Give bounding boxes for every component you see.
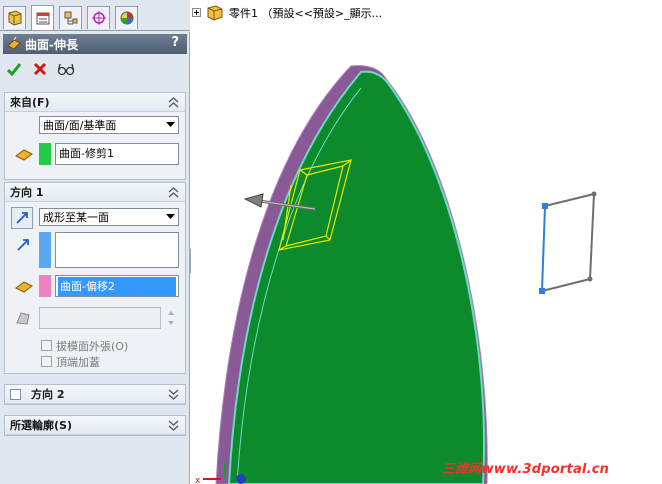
ok-button[interactable] — [4, 59, 24, 79]
feature-manager-icon — [8, 10, 21, 26]
from-group-title: 來自(F) — [10, 96, 50, 109]
detailed-preview-icon — [57, 63, 75, 76]
direction-color-swatch — [39, 232, 51, 268]
display-manager-icon — [120, 11, 133, 25]
selected-contours-group: 所選輪廓(S) — [4, 415, 186, 436]
expand-chevron-icon[interactable] — [167, 419, 180, 432]
reverse-direction-icon — [16, 212, 28, 224]
cancel-button[interactable] — [30, 59, 50, 79]
graphics-viewport[interactable]: x 三维网www.3dportal.cn — [191, 0, 662, 484]
preview-button[interactable] — [56, 59, 76, 79]
sketch-profile — [539, 191, 597, 294]
direction2-checkbox[interactable] — [10, 388, 21, 400]
end-condition-value: 成形至某一面 — [43, 211, 109, 224]
from-group-header[interactable]: 來自(F) — [5, 93, 185, 112]
direction2-group-header[interactable]: 方向 2 — [5, 385, 185, 404]
extend-surface-icon — [7, 36, 21, 50]
feature-title: 曲面-伸長 — [25, 37, 78, 52]
cap-end-label: 頂端加蓋 — [56, 356, 100, 369]
selected-contours-group-header[interactable]: 所選輪廓(S) — [5, 416, 185, 435]
tab-configuration-manager[interactable] — [59, 6, 82, 29]
face-selection-box[interactable]: 曲面-偏移2 — [55, 275, 179, 297]
dropdown-arrow-icon — [162, 117, 178, 133]
manager-tabs — [0, 0, 190, 32]
draft-outward-checkbox — [41, 340, 52, 351]
direction2-group-title: 方向 2 — [31, 388, 65, 401]
from-group: 來自(F) 曲面/面/基準面 曲面-修剪1 — [4, 92, 186, 180]
draft-outward-label: 拔模面外張(O) — [56, 340, 129, 353]
cross-icon — [33, 62, 47, 76]
expand-plus-icon[interactable] — [192, 8, 202, 18]
direction1-group: 方向 1 成形至某一面 曲面-偏移2 拔模面外張(O) 頂端加蓋 — [4, 182, 186, 374]
tab-display-manager[interactable] — [115, 6, 138, 29]
collapse-chevron-icon[interactable] — [167, 186, 180, 199]
property-manager-panel: 曲面-伸長 ? 來自(F) 曲面/面/基準面 曲面-修剪1 方向 1 成形至某一… — [0, 0, 190, 484]
configuration-manager-icon — [64, 11, 77, 25]
draft-angle-spinner — [164, 307, 178, 329]
start-condition-select[interactable]: 曲面/面/基準面 — [39, 116, 179, 134]
dropdown-arrow-icon — [162, 209, 178, 225]
reverse-direction-button[interactable] — [11, 207, 33, 229]
check-icon — [6, 63, 22, 77]
expand-chevron-icon[interactable] — [167, 388, 180, 401]
start-condition-value: 曲面/面/基準面 — [43, 119, 117, 132]
tab-dimxpert-manager[interactable] — [87, 6, 110, 29]
direction-selection-box[interactable] — [55, 232, 179, 268]
selected-surface-item[interactable]: 曲面-修剪1 — [59, 147, 114, 160]
draft-angle-field — [39, 307, 161, 329]
dimxpert-manager-icon — [91, 11, 106, 25]
direction-vector-icon — [13, 235, 33, 255]
tab-property-manager[interactable] — [31, 5, 54, 30]
part-name[interactable]: 零件1 （預設<<預設>_顯示... — [229, 5, 382, 21]
ok-cancel-row — [4, 58, 76, 80]
selected-face-item[interactable]: 曲面-偏移2 — [58, 277, 176, 296]
svg-text:x: x — [195, 476, 201, 484]
tab-feature-manager[interactable] — [3, 6, 26, 29]
face-selection-icon — [14, 277, 34, 297]
direction2-group: 方向 2 — [4, 384, 186, 405]
feature-tree-flyout[interactable]: 零件1 （預設<<預設>_顯示... — [192, 5, 382, 21]
part-icon — [207, 5, 223, 21]
surface-color-swatch — [39, 143, 51, 165]
draft-angle-icon — [13, 308, 33, 328]
watermark-text: 三维网www.3dportal.cn — [442, 462, 610, 477]
surface-selection-icon — [14, 145, 34, 165]
trimmed-surface — [227, 70, 486, 484]
feature-title-bar: 曲面-伸長 ? — [3, 34, 187, 54]
direction1-group-title: 方向 1 — [10, 186, 44, 199]
collapse-chevron-icon[interactable] — [167, 96, 180, 109]
direction1-group-header[interactable]: 方向 1 — [5, 183, 185, 202]
selected-contours-group-title: 所選輪廓(S) — [10, 419, 72, 432]
property-manager-icon — [36, 12, 49, 25]
end-condition-select[interactable]: 成形至某一面 — [39, 208, 179, 226]
face-color-swatch — [39, 275, 51, 297]
surface-selection-box[interactable]: 曲面-修剪1 — [55, 143, 179, 165]
model-scene: x — [195, 65, 597, 484]
cap-end-checkbox — [41, 356, 52, 367]
help-button[interactable]: ? — [171, 35, 179, 50]
